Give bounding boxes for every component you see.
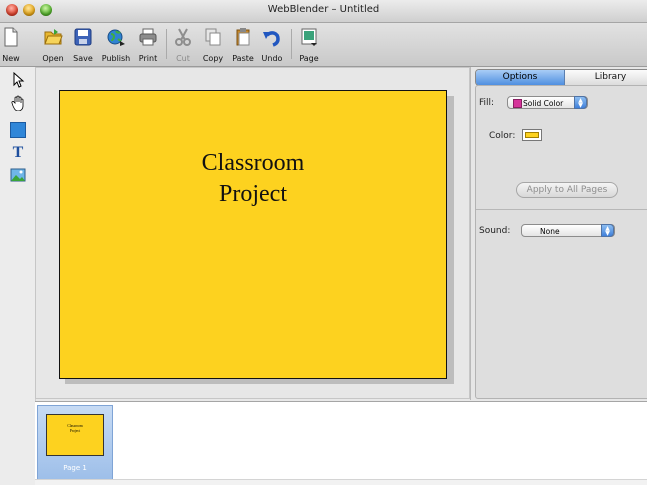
publish-label: Publish (101, 54, 131, 63)
page-thumbnail-label: Page 1 (63, 464, 87, 472)
print-label: Print (138, 54, 158, 63)
new-label: New (2, 54, 20, 63)
panel-divider (476, 209, 647, 210)
folder-open-icon (44, 29, 63, 45)
options-pane: Fill: Solid Color ▲ ▼ Color: Apply to All… (475, 85, 647, 399)
inspector-panel: Options Library Fill: Solid Color ▲ ▼ Col… (470, 67, 647, 400)
thumbnail-line1: Classroom (67, 424, 83, 428)
tab-library[interactable]: Library (565, 70, 647, 85)
cut-label: Cut (176, 54, 190, 63)
title-bar[interactable]: WebBlender – Untitled (0, 0, 647, 23)
publish-button[interactable]: Publish (102, 25, 130, 65)
new-document-icon (4, 27, 18, 47)
toolbar: New Open Save Publish Print Cut Copy Pas… (0, 23, 647, 67)
popup-arrows-icon: ▲ ▼ (601, 224, 614, 237)
filmstrip-scrollbar[interactable] (35, 479, 647, 485)
sound-label: Sound: (479, 226, 511, 236)
sound-value: None (540, 227, 560, 236)
svg-text:T: T (13, 144, 24, 159)
fill-color-well[interactable] (522, 129, 542, 141)
new-button[interactable]: New (2, 25, 20, 65)
popup-arrows-icon: ▲ ▼ (574, 96, 587, 109)
page-title-line2: Project (219, 181, 287, 207)
page-thumbnail-preview: Classroom Project (46, 414, 104, 456)
color-label: Color: (489, 131, 516, 141)
copy-button[interactable]: Copy (203, 25, 223, 65)
paste-button[interactable]: Paste (232, 25, 254, 65)
undo-button[interactable]: Undo (262, 25, 282, 65)
window-title: WebBlender – Untitled (267, 4, 380, 15)
hand-tool-icon[interactable] (10, 95, 26, 111)
sound-popup[interactable]: None ▲ ▼ (521, 224, 615, 237)
tools-palette: T (0, 67, 36, 485)
publish-globe-icon (107, 29, 125, 46)
thumbnail-text: Classroom Project (47, 415, 103, 433)
apply-to-all-pages-button[interactable]: Apply to All Pages (516, 182, 618, 198)
page-canvas[interactable]: Classroom Project (59, 90, 447, 379)
page-title-line1: Classroom (201, 150, 305, 176)
image-tool-icon[interactable] (10, 167, 26, 183)
fill-label: Fill: (479, 98, 495, 108)
fill-color-swatch (525, 132, 539, 138)
printer-icon (139, 28, 157, 46)
add-page-icon (301, 28, 317, 46)
cut-button[interactable]: Cut (174, 25, 192, 65)
fill-type-value: Solid Color (523, 99, 564, 108)
thumbnail-line2: Project (69, 428, 81, 433)
tab-options[interactable]: Options (476, 70, 565, 85)
fill-type-popup[interactable]: Solid Color ▲ ▼ (507, 96, 588, 109)
rectangle-tool-icon[interactable] (10, 122, 26, 138)
panel-tabs: Options Library (475, 69, 647, 86)
print-button[interactable]: Print (139, 25, 157, 65)
save-button[interactable]: Save (73, 25, 93, 65)
copy-icon (205, 28, 221, 46)
undo-label: Undo (261, 54, 283, 63)
app-window: WebBlender – Untitled New Open Save Publ… (0, 0, 647, 485)
page-filmstrip: Classroom Project Page 1 (35, 401, 647, 485)
scissors-icon (175, 28, 191, 46)
copy-label: Copy (202, 54, 224, 63)
undo-arrow-icon (263, 31, 280, 47)
save-label: Save (73, 54, 93, 63)
arrow-select-tool-icon[interactable] (10, 72, 26, 88)
open-label: Open (42, 54, 64, 63)
page-title-text[interactable]: Classroom Project (60, 148, 446, 210)
open-button[interactable]: Open (42, 25, 64, 65)
page-label: Page (299, 54, 319, 63)
page-thumbnail-selected[interactable]: Classroom Project Page 1 (37, 405, 113, 480)
page-button[interactable]: Page (299, 25, 319, 65)
paste-clipboard-icon (236, 28, 250, 46)
text-tool-icon[interactable]: T (10, 143, 26, 159)
save-disk-icon (74, 28, 92, 46)
fill-swatch (513, 99, 522, 108)
